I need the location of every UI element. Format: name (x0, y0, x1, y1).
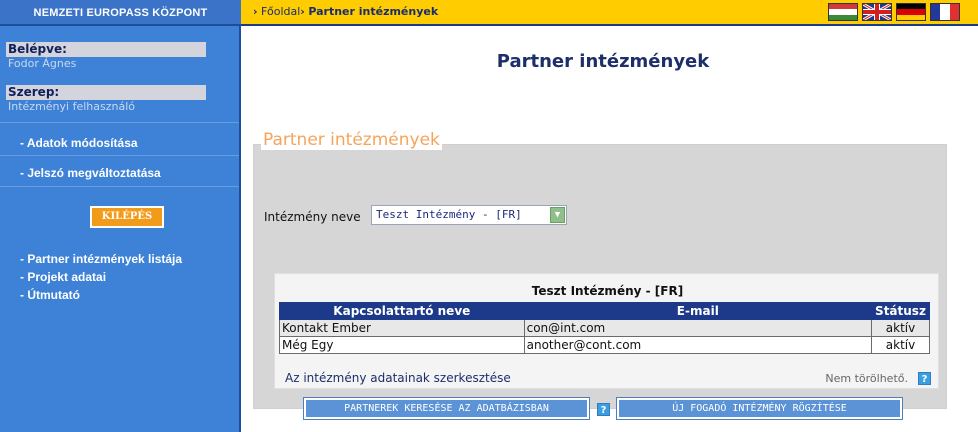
sidebar-divider (0, 122, 239, 123)
sidebar-divider (0, 186, 239, 187)
help-icon[interactable]: ? (597, 403, 610, 416)
logout-button[interactable]: KILÉPÉS (90, 206, 164, 228)
breadcrumb-home-link[interactable]: Főoldal (261, 5, 300, 18)
table-row: Kontakt Ember con@int.com aktív (279, 319, 930, 337)
contacts-table: Kapcsolattartó neve E-mail Státusz Konta… (279, 302, 930, 354)
fieldset-legend: Partner intézmények (261, 130, 442, 150)
sidebar-link-project-data[interactable]: - Projekt adatai (20, 270, 106, 284)
new-host-institution-button[interactable]: ÚJ FOGADÓ INTÉZMÉNY RÖGZÍTÉSE (616, 397, 903, 420)
partner-fieldset: Intézmény neve Teszt Intézmény - [FR] ▼ … (253, 144, 947, 420)
table-row: Még Egy another@cont.com aktív (279, 336, 930, 354)
sidebar-link-edit-data[interactable]: - Adatok módosítása (20, 136, 138, 150)
role-value: Intézményi felhasználó (8, 100, 135, 113)
french-flag-icon[interactable] (930, 3, 960, 21)
status-cell: aktív (871, 336, 930, 354)
breadcrumb-separator: › (253, 5, 258, 18)
sidebar-link-change-password[interactable]: - Jelszó megváltoztatása (20, 166, 161, 180)
logged-in-label: Belépve: (6, 42, 206, 57)
german-flag-icon[interactable] (896, 3, 926, 21)
email-cell: con@int.com (523, 319, 873, 337)
column-header-status: Státusz (871, 302, 930, 320)
brand-title: NEMZETI EUROPASS KÖZPONT (0, 0, 241, 26)
status-cell: aktív (871, 319, 930, 337)
language-flags (828, 3, 960, 21)
sidebar-divider (0, 155, 239, 156)
page-title: Partner intézmények (496, 51, 710, 72)
contact-name-cell: Kontakt Ember (279, 319, 525, 337)
user-info: Belépve: Fodor Ágnes Szerep: Intézményi … (0, 26, 239, 114)
role-label: Szerep: (6, 85, 206, 100)
sidebar-link-guide[interactable]: - Útmutató (20, 288, 80, 302)
chevron-down-icon[interactable]: ▼ (550, 207, 565, 223)
panel-title: Teszt Intézmény - [FR] (531, 284, 684, 298)
sidebar-link-partner-list[interactable]: - Partner intézmények listája (20, 252, 182, 266)
edit-institution-link[interactable]: Az intézmény adatainak szerkesztése (285, 371, 511, 385)
breadcrumb-separator: › (300, 5, 305, 18)
hungarian-flag-icon[interactable] (828, 3, 858, 21)
uk-flag-icon[interactable] (862, 3, 892, 21)
sidebar: Belépve: Fodor Ágnes Szerep: Intézményi … (0, 26, 241, 432)
breadcrumb: › Főoldal› Partner intézmények (241, 0, 978, 26)
institution-select[interactable]: Teszt Intézmény - [FR] ▼ (371, 205, 567, 225)
top-bar: NEMZETI EUROPASS KÖZPONT › Főoldal› Part… (0, 0, 978, 26)
institution-select-value: Teszt Intézmény - [FR] (376, 208, 522, 221)
help-icon[interactable]: ? (918, 372, 931, 385)
search-partners-button[interactable]: PARTNEREK KERESÉSE AZ ADATBÁZISBAN (303, 397, 590, 420)
institution-label: Intézmény neve (264, 210, 361, 224)
not-deletable-text: Nem törölhető. (825, 372, 908, 385)
institution-panel: Teszt Intézmény - [FR] Kapcsolattartó ne… (274, 273, 939, 389)
email-cell: another@cont.com (523, 336, 873, 354)
logged-in-user: Fodor Ágnes (8, 57, 77, 70)
column-header-contact-name: Kapcsolattartó neve (279, 302, 525, 320)
main-content: Partner intézmények Intézmény neve Teszt… (243, 26, 978, 432)
contact-name-cell: Még Egy (279, 336, 525, 354)
column-header-email: E-mail (523, 302, 873, 320)
breadcrumb-current: Partner intézmények (308, 5, 439, 18)
